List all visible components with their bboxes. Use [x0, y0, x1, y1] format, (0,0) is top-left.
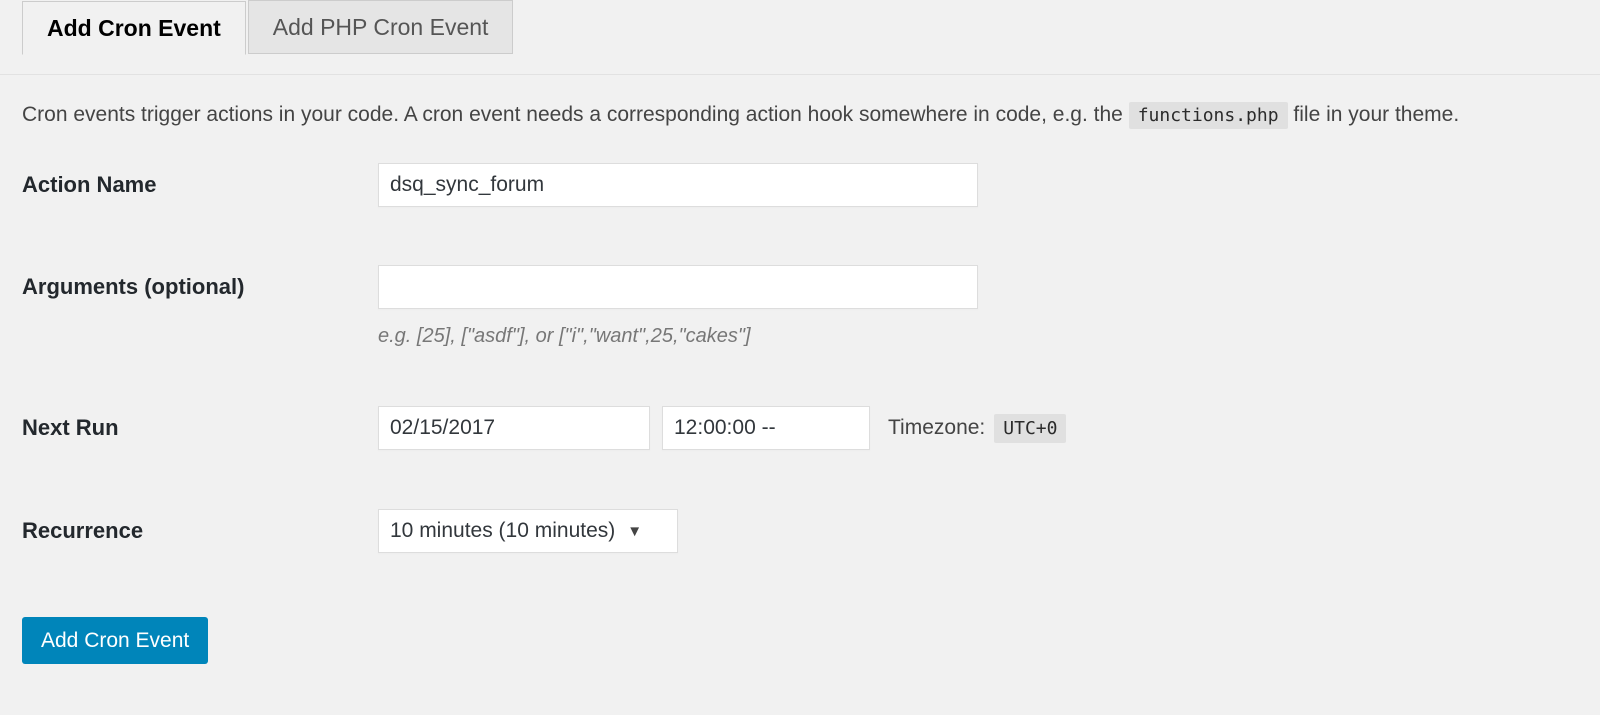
next-run-row: Next Run Timezone: UTC+0 — [0, 406, 1600, 509]
recurrence-row: Recurrence 10 minutes (10 minutes) ▼ — [0, 509, 1600, 595]
recurrence-selected-value: 10 minutes (10 minutes) — [390, 519, 616, 543]
recurrence-field-wrap: 10 minutes (10 minutes) ▼ — [378, 509, 1600, 554]
tab-add-php-cron-event-label: Add PHP Cron Event — [272, 14, 489, 40]
next-run-label: Next Run — [22, 415, 119, 441]
intro-text-after: file in your theme. — [1293, 103, 1460, 126]
arguments-hint: e.g. [25], ["asdf"], or ["i","want",25,"… — [378, 325, 751, 348]
add-cron-event-submit-button[interactable]: Add Cron Event — [22, 617, 209, 665]
timezone-value: UTC+0 — [994, 413, 1067, 443]
arguments-row: Arguments (optional) e.g. [25], ["asdf"]… — [0, 265, 1600, 406]
recurrence-label: Recurrence — [22, 518, 144, 544]
tab-add-php-cron-event[interactable]: Add PHP Cron Event — [247, 0, 514, 54]
submit-row: Add Cron Event — [22, 617, 1600, 665]
next-run-field-wrap: Timezone: UTC+0 — [378, 406, 1600, 451]
timezone-label: Timezone: — [888, 416, 986, 440]
tab-add-cron-event-label: Add Cron Event — [47, 15, 221, 41]
next-run-inputs-group: Timezone: UTC+0 — [378, 406, 1600, 451]
intro-text-before: Cron events trigger actions in your code… — [22, 103, 1123, 126]
action-name-input[interactable] — [378, 163, 978, 208]
intro-description: Cron events trigger actions in your code… — [22, 101, 1600, 129]
action-name-row: Action Name — [0, 163, 1600, 265]
tab-add-cron-event[interactable]: Add Cron Event — [22, 1, 246, 55]
recurrence-select[interactable]: 10 minutes (10 minutes) ▼ — [378, 509, 678, 554]
chevron-down-icon: ▼ — [627, 522, 643, 540]
functions-php-code-chip: functions.php — [1128, 102, 1288, 129]
action-name-field-wrap — [378, 163, 1600, 208]
arguments-field-wrap: e.g. [25], ["asdf"], or ["i","want",25,"… — [378, 265, 1600, 348]
next-run-time-input[interactable] — [662, 406, 870, 451]
next-run-date-input[interactable] — [378, 406, 650, 451]
tab-strip: Add Cron Event Add PHP Cron Event — [0, 0, 1600, 75]
action-name-label: Action Name — [22, 172, 157, 198]
add-cron-event-form: Action Name Arguments (optional) e.g. [2… — [0, 163, 1600, 595]
arguments-label: Arguments (optional) — [22, 274, 245, 300]
arguments-input[interactable] — [378, 265, 978, 310]
